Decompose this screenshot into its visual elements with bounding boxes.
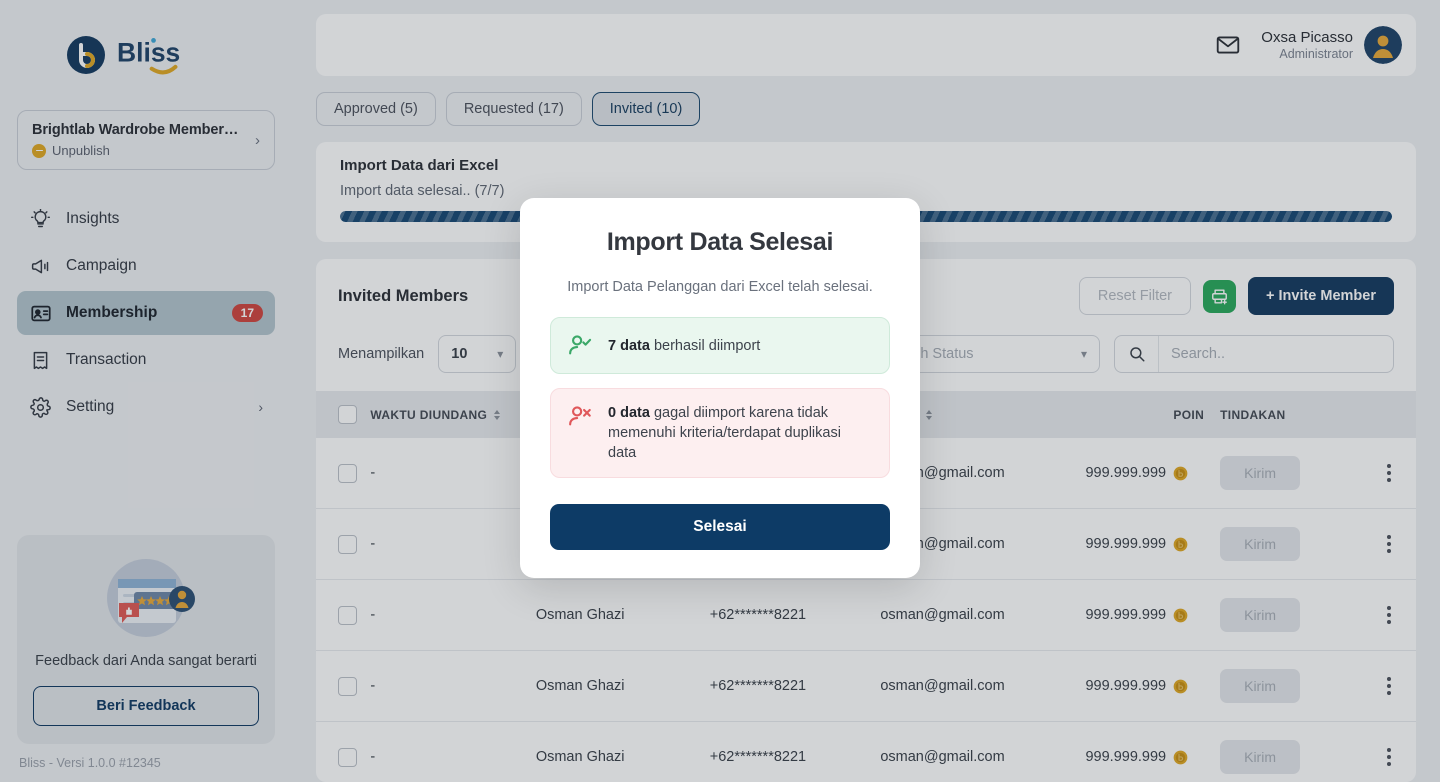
user-x-icon xyxy=(569,406,591,426)
import-error-text: 0 data gagal diimport karena tidak memen… xyxy=(608,403,873,463)
import-error-box: 0 data gagal diimport karena tidak memen… xyxy=(550,388,890,478)
app-root: Bliss Brightlab Wardrobe Member… Unpubli… xyxy=(0,0,1440,782)
dialog-title: Import Data Selesai xyxy=(606,228,834,256)
import-error-count: 0 data xyxy=(608,405,650,421)
import-success-box: 7 data berhasil diimport xyxy=(550,317,890,374)
dialog-subtitle: Import Data Pelanggan dari Excel telah s… xyxy=(567,279,873,295)
selesai-button[interactable]: Selesai xyxy=(550,504,890,550)
import-success-text: 7 data berhasil diimport xyxy=(608,336,760,356)
import-success-count: 7 data xyxy=(608,337,650,354)
import-complete-dialog: Import Data Selesai Import Data Pelangga… xyxy=(520,198,920,578)
import-success-suffix: berhasil diimport xyxy=(649,337,761,354)
user-check-icon xyxy=(569,335,592,355)
